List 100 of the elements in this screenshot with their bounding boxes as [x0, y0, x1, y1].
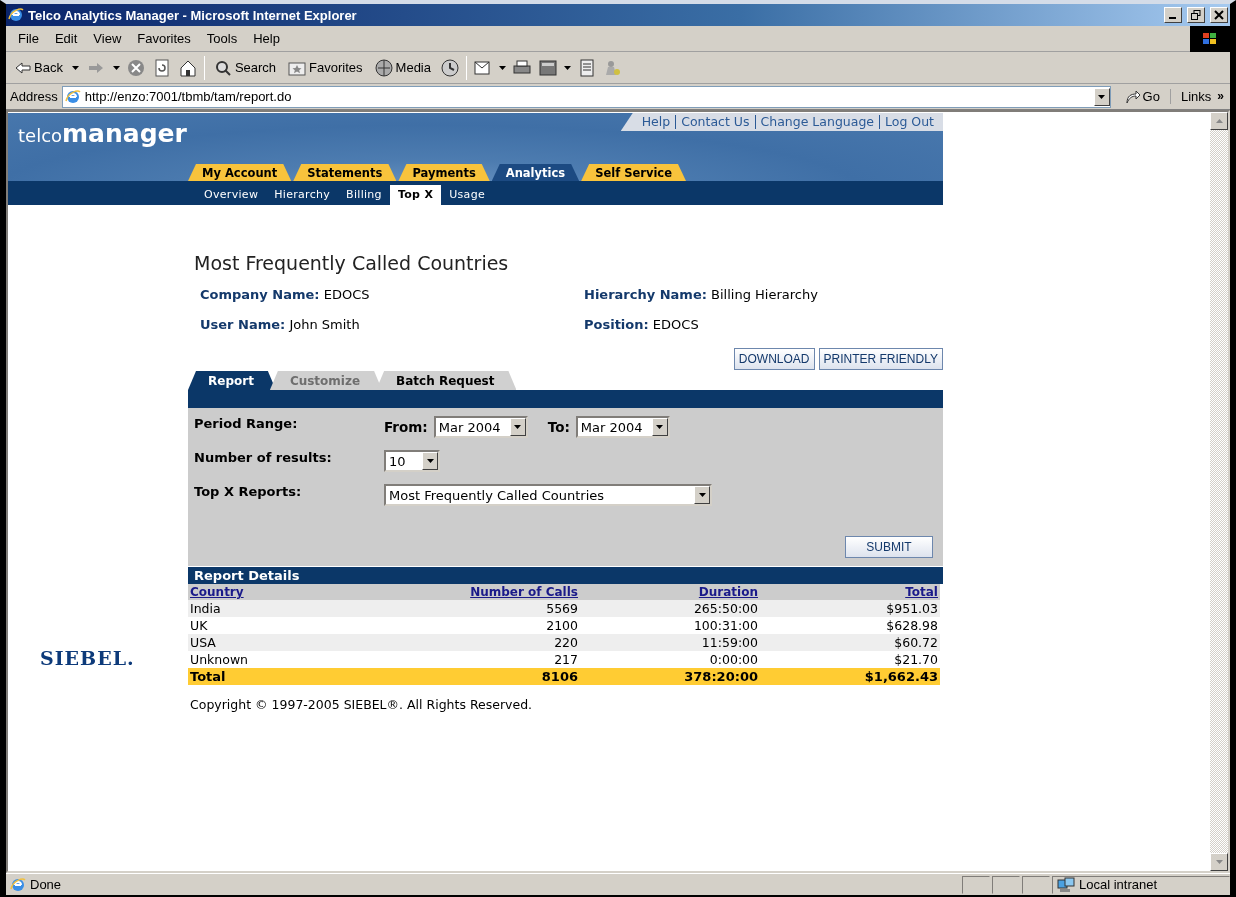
status-pane [962, 875, 990, 894]
caret-icon [514, 425, 522, 429]
close-icon [1214, 10, 1224, 20]
history-icon [440, 57, 460, 78]
info-field: Company Name: EDOCS [200, 287, 584, 302]
restore-icon [1191, 10, 1201, 20]
scroll-down-button[interactable] [1210, 853, 1228, 871]
report-title: Report Details [188, 567, 943, 584]
globe-icon [374, 58, 393, 77]
table-cell: 265:50:00 [580, 600, 760, 617]
table-cell: USA [188, 634, 388, 651]
info-field: Position: EDOCS [584, 317, 943, 332]
main-tab[interactable]: My Account [188, 164, 292, 181]
close-button[interactable] [1210, 7, 1228, 23]
main-tab[interactable]: Self Service [581, 164, 686, 181]
dropdown[interactable]: Most Frequently Called Countries [384, 484, 712, 506]
field-label: Period Range: [194, 416, 299, 431]
dropdown[interactable]: Mar 2004 [575, 416, 670, 438]
scrollbar[interactable] [1210, 112, 1228, 871]
menu-item[interactable]: File [10, 31, 47, 46]
field-label: From: [384, 419, 428, 435]
column-header[interactable]: Duration [580, 584, 760, 600]
document-icon [577, 57, 597, 78]
info-field: Hierarchy Name: Billing Hierarchy [584, 287, 943, 302]
links-button[interactable]: Links » [1174, 89, 1230, 104]
column-header[interactable]: Number of Calls [388, 584, 580, 600]
network-icon [1057, 876, 1075, 893]
total-cell: 378:20:00 [580, 668, 760, 685]
table-cell: India [188, 600, 388, 617]
column-header[interactable]: Country [188, 584, 388, 600]
caret-icon [564, 65, 571, 70]
table-cell: $60.72 [760, 634, 940, 651]
restore-button[interactable] [1187, 7, 1205, 23]
search-button[interactable]: Search [210, 56, 280, 79]
zone-text: Local intranet [1079, 877, 1158, 892]
caret-icon [698, 493, 706, 497]
table-cell: 5569 [388, 600, 580, 617]
site-logo: telcomanager [17, 118, 187, 148]
search-icon [213, 58, 232, 77]
address-field[interactable]: http://enzo:7001/tbmb/tam/report.do [61, 85, 1111, 108]
scroll-up-button[interactable] [1210, 112, 1228, 130]
go-button[interactable]: Go [1114, 89, 1171, 104]
header-link[interactable]: Log Out [879, 115, 939, 129]
back-arrow-icon [15, 61, 31, 74]
media-button[interactable]: Media [371, 56, 434, 79]
window-title: Telco Analytics Manager - Microsoft Internet Explorer [28, 7, 358, 23]
main-tab[interactable]: Statements [293, 164, 397, 181]
dropdown[interactable]: Mar 2004 [433, 416, 528, 438]
field-label: To: [547, 419, 570, 435]
sub-tab[interactable]: Top X [389, 185, 442, 205]
browser-icon [10, 876, 26, 893]
header-link[interactable]: Change Language [754, 115, 880, 129]
page-title: Most Frequently Called Countries [194, 252, 510, 274]
form-tab[interactable]: Batch Request [376, 371, 517, 390]
sub-tab[interactable]: Usage [441, 185, 493, 205]
total-cell: Total [188, 668, 388, 685]
browser-icon [64, 88, 81, 105]
stop-icon [125, 57, 146, 78]
sub-tab[interactable]: Billing [338, 185, 390, 205]
caret-icon [71, 65, 79, 70]
go-arrow-icon [1124, 89, 1141, 104]
table-cell: $951.03 [760, 600, 940, 617]
table-cell: 220 [388, 634, 580, 651]
dropdown[interactable]: 10 [384, 450, 440, 472]
windows-flag-icon [1202, 31, 1218, 46]
status-text: Done [30, 877, 62, 892]
total-cell: $1,662.43 [760, 668, 940, 685]
action-button[interactable]: DOWNLOAD [733, 348, 815, 370]
table-cell: 11:59:00 [580, 634, 760, 651]
status-pane [992, 875, 1020, 894]
field-label: Number of results: [194, 450, 333, 465]
info-field: User Name: John Smith [200, 317, 584, 332]
browser-icon [8, 7, 24, 23]
menu-item[interactable]: Edit [46, 31, 86, 46]
back-button[interactable]: Back [12, 58, 66, 77]
total-cell: 8106 [388, 668, 580, 685]
favorites-button[interactable]: Favorites [285, 57, 366, 78]
menu-item[interactable]: Favorites [129, 31, 199, 46]
dropdown-icon [1098, 94, 1106, 99]
submit-button[interactable]: SUBMIT [845, 536, 933, 558]
address-label: Address [10, 89, 58, 104]
menu-item[interactable]: View [85, 31, 130, 46]
field-label: Top X Reports: [194, 484, 303, 499]
vendor-logo: SIEBEL. [40, 647, 135, 669]
caret-icon [499, 65, 506, 70]
status-pane [1022, 875, 1050, 894]
sub-tab[interactable]: Overview [196, 185, 267, 205]
main-tab[interactable]: Payments [398, 164, 490, 181]
star-folder-icon [288, 59, 307, 76]
header-link[interactable]: Contact Us [675, 115, 755, 129]
menu-item[interactable]: Help [245, 31, 288, 46]
action-button[interactable]: PRINTER FRIENDLY [818, 348, 943, 370]
menu-item[interactable]: Tools [198, 31, 246, 46]
forward-arrow-icon [87, 61, 104, 74]
sub-tab[interactable]: Hierarchy [266, 185, 339, 205]
main-tab[interactable]: Analytics [491, 164, 580, 181]
column-header[interactable]: Total [760, 584, 940, 600]
minimize-button[interactable] [1164, 7, 1182, 23]
header-link[interactable]: Help [636, 115, 676, 129]
caret-icon [112, 65, 120, 70]
